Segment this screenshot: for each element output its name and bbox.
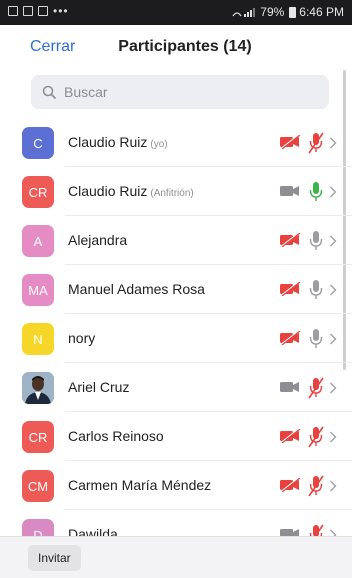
chevron-right-icon[interactable] xyxy=(329,332,337,350)
participant-name: Carmen María Méndez xyxy=(68,477,212,493)
participant-name: Claudio Ruiz xyxy=(68,183,148,199)
chevron-right-icon[interactable] xyxy=(329,283,337,301)
avatar-initials: CR xyxy=(28,184,48,200)
mic-muted-icon xyxy=(308,132,324,159)
avatar-initials: CM xyxy=(27,478,49,494)
participant-name-wrap: Carmen María Méndez xyxy=(68,477,211,493)
participant-row[interactable]: C Claudio Ruiz (yo) xyxy=(0,118,352,167)
search-bar[interactable] xyxy=(31,75,329,109)
participant-name: Carlos Reinoso xyxy=(68,428,164,444)
search-input[interactable] xyxy=(64,75,314,109)
video-off-icon xyxy=(279,134,301,154)
participant-name: Manuel Adames Rosa xyxy=(68,281,205,297)
battery-icon xyxy=(289,6,297,18)
avatar-initials: C xyxy=(33,135,43,151)
participant-row[interactable]: MA Manuel Adames Rosa xyxy=(0,265,352,314)
mic-icon xyxy=(308,279,324,306)
participant-name-wrap: Ariel Cruz xyxy=(68,379,129,395)
participant-name: Claudio Ruiz xyxy=(68,134,148,150)
chevron-right-icon[interactable] xyxy=(329,381,337,399)
participant-role-tag: (yo) xyxy=(150,139,168,150)
avatar: CM xyxy=(22,470,54,502)
avatar-initials: CR xyxy=(28,429,48,445)
chevron-right-icon[interactable] xyxy=(329,136,337,154)
participant-name-wrap: Claudio Ruiz (Anfitrión) xyxy=(68,183,194,199)
video-off-icon xyxy=(279,281,301,301)
battery-percent: 79% xyxy=(260,5,285,19)
header: Cerrar Participantes (14) xyxy=(0,25,352,69)
invite-button[interactable]: Invitar xyxy=(28,545,81,571)
more-notifications: ••• xyxy=(53,4,69,18)
chevron-right-icon[interactable] xyxy=(329,234,337,252)
video-off-icon xyxy=(279,330,301,350)
participant-row[interactable]: CR Carlos Reinoso xyxy=(0,412,352,461)
search-icon xyxy=(42,85,56,99)
participant-name: nory xyxy=(68,330,96,346)
video-icon xyxy=(279,380,301,399)
participant-role-tag: (Anfitrión) xyxy=(150,188,194,199)
participant-name: Alejandra xyxy=(68,232,128,248)
signal-icon xyxy=(232,7,256,17)
participant-row[interactable]: A Alejandra xyxy=(0,216,352,265)
participant-row[interactable]: Ariel Cruz xyxy=(0,363,352,412)
status-time: 6:46 PM xyxy=(299,5,344,19)
avatar-initials: MA xyxy=(28,282,48,298)
page-title: Participantes (14) xyxy=(118,38,252,55)
message-icon xyxy=(38,6,48,16)
video-off-icon xyxy=(279,477,301,497)
avatar xyxy=(22,372,54,404)
chevron-right-icon[interactable] xyxy=(329,185,337,203)
participant-name-wrap: nory xyxy=(68,330,95,346)
avatar-initials: N xyxy=(33,331,43,347)
avatar: A xyxy=(22,225,54,257)
mic-icon xyxy=(308,328,324,355)
participant-name-wrap: Claudio Ruiz (yo) xyxy=(68,134,168,150)
mic-muted-icon xyxy=(308,475,324,502)
chevron-right-icon[interactable] xyxy=(329,430,337,448)
gallery-icon xyxy=(8,6,18,16)
chevron-right-icon[interactable] xyxy=(329,479,337,497)
avatar: CR xyxy=(22,176,54,208)
avatar-initials: A xyxy=(33,233,43,249)
avatar: N xyxy=(22,323,54,355)
mic-icon xyxy=(308,181,324,208)
participant-name-wrap: Alejandra xyxy=(68,232,127,248)
participant-row[interactable]: Nnory xyxy=(0,314,352,363)
status-bar: ••• 79% 6:46 PM xyxy=(0,0,352,25)
mic-muted-icon xyxy=(308,377,324,404)
video-off-icon xyxy=(279,428,301,448)
footer: Invitar xyxy=(0,536,352,578)
mail-icon xyxy=(23,6,33,16)
mic-icon xyxy=(308,230,324,257)
status-right: 79% 6:46 PM xyxy=(231,5,344,19)
mic-muted-icon xyxy=(308,426,324,453)
video-off-icon xyxy=(279,232,301,252)
video-icon xyxy=(279,184,301,203)
avatar: MA xyxy=(22,274,54,306)
avatar: CR xyxy=(22,421,54,453)
participant-row[interactable]: CR Claudio Ruiz (Anfitrión) xyxy=(0,167,352,216)
participant-name: Ariel Cruz xyxy=(68,379,130,395)
participant-name-wrap: Manuel Adames Rosa xyxy=(68,281,205,297)
participant-name-wrap: Carlos Reinoso xyxy=(68,428,164,444)
avatar: C xyxy=(22,127,54,159)
notification-icons: ••• xyxy=(8,4,69,18)
participant-row[interactable]: CM Carmen María Méndez xyxy=(0,461,352,510)
